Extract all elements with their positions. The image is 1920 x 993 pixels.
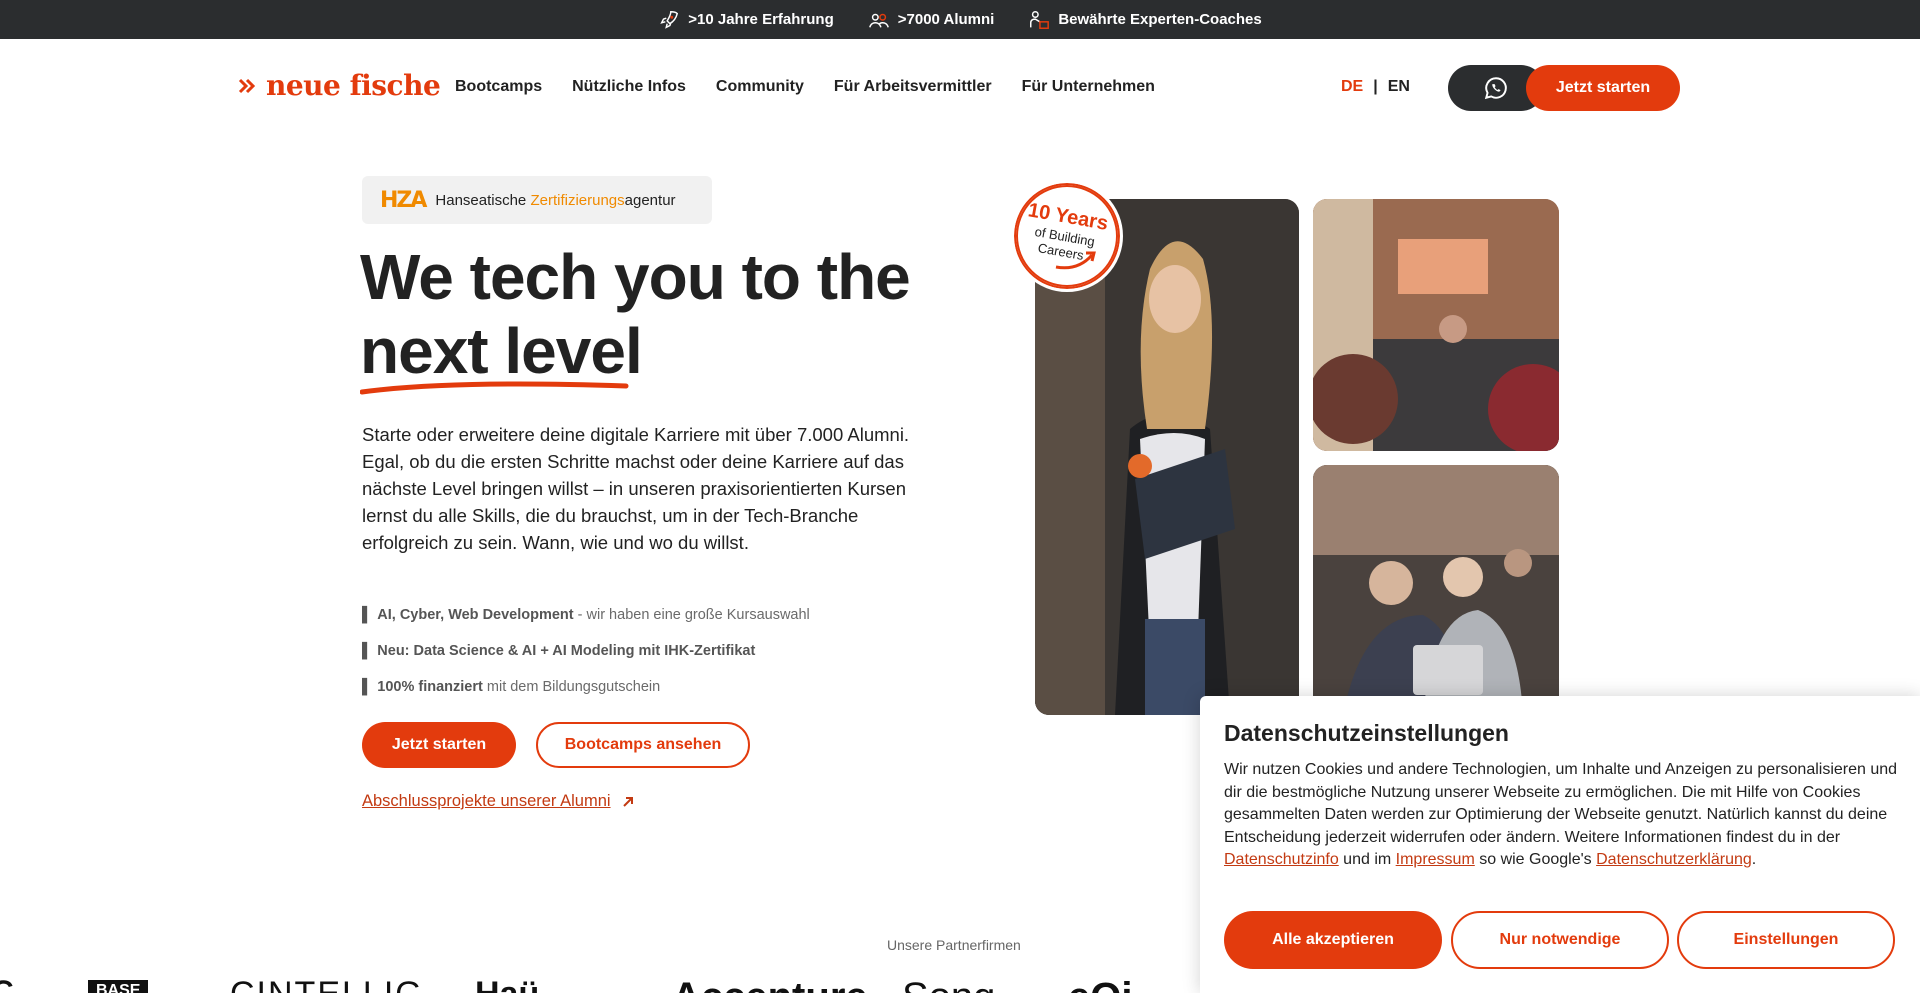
- nav-start-button[interactable]: Jetzt starten: [1526, 65, 1680, 111]
- feature-bullets: ▌ AI, Cyber, Web Development - wir haben …: [362, 607, 810, 715]
- cookie-title: Datenschutzeinstellungen: [1224, 720, 1509, 746]
- badge-text-prefix: Hanseatische: [435, 191, 531, 209]
- lang-de[interactable]: DE: [1341, 78, 1363, 96]
- fish-arrows-icon: [238, 78, 256, 93]
- bullet-rest: - wir haben eine große Kursauswahl: [573, 607, 810, 623]
- photo-placeholder-classroom: [1313, 199, 1559, 451]
- accept-all-button[interactable]: Alle akzeptieren: [1224, 911, 1442, 969]
- bullet-rest: mit dem Bildungsgutschein: [482, 679, 661, 695]
- ten-years-badge-graphic: 10 Years of Building Careers: [1016, 185, 1118, 287]
- view-bootcamps-button[interactable]: Bootcamps ansehen: [536, 722, 750, 768]
- nav-links: Bootcamps Nützliche Infos Community Für …: [455, 78, 1155, 96]
- partner-logo-cintellig: CINTELLIG: [230, 975, 424, 993]
- nav-link-unternehmen[interactable]: Für Unternehmen: [1022, 78, 1155, 96]
- bullet-mark: ▌: [362, 607, 373, 623]
- bullet-mark: ▌: [362, 643, 373, 659]
- lang-separator: |: [1373, 78, 1378, 95]
- partner-logo-accenture: Accenture: [672, 975, 868, 993]
- nav-link-community[interactable]: Community: [716, 78, 804, 96]
- badge-text-suffix: agentur: [624, 191, 676, 209]
- topbar-item-alumni: >7000 Alumni: [868, 9, 995, 31]
- cookie-consent-dialog: Datenschutzeinstellungen Wir nutzen Cook…: [1200, 696, 1920, 993]
- coach-icon: [1030, 10, 1050, 29]
- google-privacy-link[interactable]: Datenschutzerklärung: [1596, 851, 1752, 868]
- badge-text: Hanseatische Zertifizierungsagentur: [435, 192, 675, 209]
- ten-years-stamp: 10 Years of Building Careers: [1011, 180, 1123, 292]
- hero-start-button[interactable]: Jetzt starten: [362, 722, 516, 768]
- hza-logo: HZA: [380, 187, 427, 213]
- imprint-link[interactable]: Impressum: [1396, 851, 1475, 868]
- nav-link-bootcamps[interactable]: Bootcamps: [455, 78, 542, 96]
- alumni-link-label: Abschlussprojekte unserer Alumni: [362, 792, 611, 810]
- hero-title: We tech you to the next level: [360, 240, 911, 388]
- privacy-info-link[interactable]: Datenschutzinfo: [1224, 851, 1339, 868]
- cookie-text-part: Wir nutzen Cookies und andere Technologi…: [1224, 761, 1898, 846]
- language-switcher: DE | EN: [1341, 78, 1410, 96]
- bullet-item: ▌ 100% finanziert mit dem Bildungsgutsche…: [362, 679, 810, 695]
- cookie-settings-button[interactable]: Einstellungen: [1677, 911, 1895, 969]
- cookie-text-part: .: [1751, 851, 1757, 868]
- top-info-bar: >10 Jahre Erfahrung >7000 Alumni Bewährt…: [0, 0, 1920, 39]
- nav-link-arbeitsvermittler[interactable]: Für Arbeitsvermittler: [834, 78, 992, 96]
- main-navigation: neue fische Bootcamps Nützliche Infos Co…: [0, 39, 1920, 135]
- title-underline: [360, 381, 629, 395]
- hero-title-line2: next level: [360, 315, 643, 387]
- nav-link-infos[interactable]: Nützliche Infos: [572, 78, 686, 96]
- bullet-item: ▌ AI, Cyber, Web Development - wir haben …: [362, 607, 810, 623]
- certification-badge: HZA Hanseatische Zertifizierungsagentur: [362, 176, 712, 224]
- partner-logo-song: Song: [902, 975, 995, 993]
- bullet-bold: AI, Cyber, Web Development: [377, 607, 574, 623]
- partner-logo-eqi: eQi: [1068, 975, 1132, 993]
- topbar-label: Bewährte Experten-Coaches: [1058, 11, 1262, 28]
- arrow-up-right-icon: [622, 796, 633, 807]
- cookie-text-part: und im: [1338, 851, 1396, 868]
- partner-logo: C: [0, 975, 14, 993]
- people-icon: [868, 13, 889, 28]
- alumni-projects-link[interactable]: Abschlussprojekte unserer Alumni: [362, 792, 635, 811]
- whatsapp-icon: [1484, 77, 1507, 100]
- partners-label: Unsere Partnerfirmen: [887, 937, 1021, 953]
- bullet-bold: 100% finanziert: [377, 679, 483, 695]
- bullet-bold: Neu: Data Science & AI + AI Modeling mit…: [377, 643, 756, 659]
- hero-photo-classroom: [1313, 199, 1559, 451]
- topbar-item-coaches: Bewährte Experten-Coaches: [1028, 9, 1262, 31]
- bullet-item: ▌ Neu: Data Science & AI + AI Modeling mi…: [362, 643, 810, 659]
- photo-placeholder-students: [1313, 465, 1559, 715]
- only-necessary-button[interactable]: Nur notwendige: [1451, 911, 1669, 969]
- cookie-text-part: so wie Google's: [1474, 851, 1597, 868]
- partner-logo-hau: Haü: [475, 975, 539, 993]
- bullet-mark: ▌: [362, 679, 373, 695]
- hero-description: Starte oder erweitere deine digitale Kar…: [362, 424, 910, 553]
- logo-text: neue fische: [266, 69, 441, 102]
- badge-text-highlight: Zertifizierungs: [530, 191, 625, 209]
- cookie-text: Wir nutzen Cookies und andere Technologi…: [1224, 759, 1904, 872]
- lang-en[interactable]: EN: [1388, 78, 1410, 96]
- topbar-label: >10 Jahre Erfahrung: [688, 11, 834, 28]
- hero-photo-students-laptop: [1313, 465, 1559, 715]
- hero-title-line1: We tech you to the: [360, 241, 911, 313]
- topbar-label: >7000 Alumni: [897, 11, 995, 28]
- topbar-item-experience: >10 Jahre Erfahrung: [658, 9, 834, 31]
- brand-logo[interactable]: neue fische: [238, 69, 441, 102]
- rocket-icon: [660, 10, 679, 29]
- partner-logo-base: BASE: [88, 980, 149, 993]
